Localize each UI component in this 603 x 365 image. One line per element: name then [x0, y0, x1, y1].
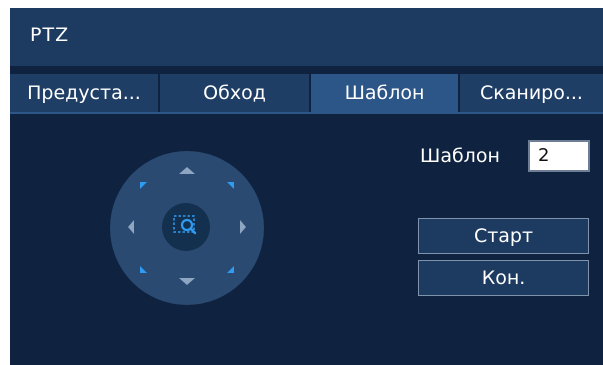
tab-pattern[interactable]: Шаблон [311, 74, 458, 112]
down-left-arrow-icon[interactable] [140, 266, 147, 273]
down-right-arrow-icon[interactable] [227, 266, 234, 273]
pattern-number-input[interactable]: 2 [528, 140, 590, 172]
down-arrow-icon[interactable] [179, 278, 195, 285]
right-arrow-icon[interactable] [240, 220, 246, 234]
start-button[interactable]: Старт [418, 218, 589, 254]
tab-presets[interactable]: Предуста... [10, 74, 158, 112]
window-title: PTZ [30, 24, 70, 46]
tab-scan[interactable]: Сканиро... [460, 74, 603, 112]
tab-tour[interactable]: Обход [160, 74, 309, 112]
tab-bar: Предуста... Обход Шаблон Сканиро... [10, 74, 603, 112]
up-left-arrow-icon[interactable] [140, 182, 147, 189]
left-arrow-icon[interactable] [128, 220, 134, 234]
title-bar: PTZ [10, 8, 603, 66]
up-arrow-icon[interactable] [179, 167, 195, 174]
ptz-direction-wheel[interactable] [110, 151, 264, 305]
zoom-region-icon [173, 215, 197, 235]
pattern-label: Шаблон [420, 145, 500, 167]
ptz-window: PTZ Предуста... Обход Шаблон Сканиро... … [10, 8, 603, 365]
tab-underline [10, 112, 603, 114]
end-button[interactable]: Кон. [418, 260, 589, 296]
up-right-arrow-icon[interactable] [227, 182, 234, 189]
ptz-center-button[interactable] [162, 203, 210, 251]
